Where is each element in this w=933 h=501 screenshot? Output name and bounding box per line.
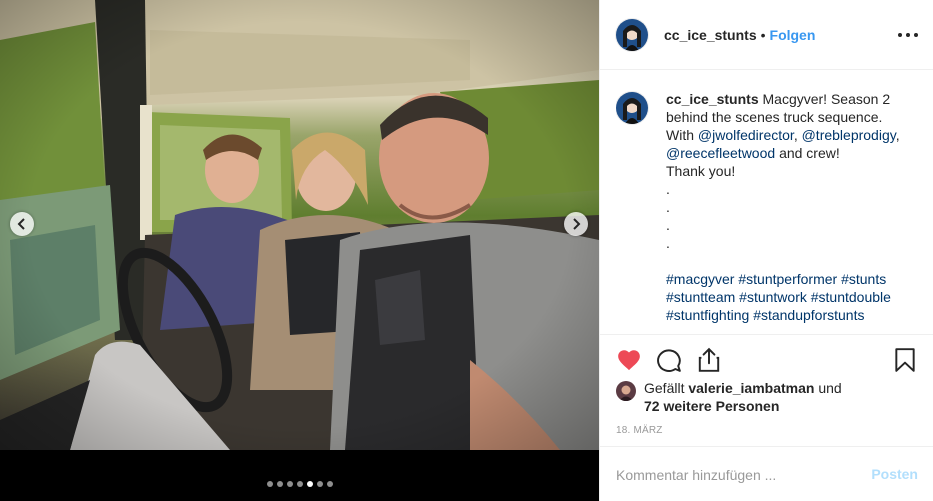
- carousel-dot: [326, 481, 333, 487]
- liker-username[interactable]: valerie_iambatman: [688, 380, 814, 396]
- like-button[interactable]: [616, 347, 642, 373]
- hashtag-link[interactable]: #stuntteam: [666, 289, 735, 305]
- post-side-panel: cc_ice_stunts • Folgen cc_ice_stunts Mac…: [599, 0, 933, 501]
- bookmark-icon: [895, 348, 915, 372]
- caption-line: and crew!: [779, 145, 840, 161]
- caption-line: .: [666, 199, 670, 215]
- hashtag-link[interactable]: #stuntwork: [739, 289, 807, 305]
- action-bar: [600, 334, 933, 372]
- liker-avatar-image: [616, 381, 636, 401]
- share-icon: [698, 347, 720, 372]
- comment-input[interactable]: [616, 465, 846, 485]
- avatar-image: [616, 18, 648, 51]
- post-caption: cc_ice_stunts Macgyver! Season 2 behind …: [616, 90, 921, 334]
- carousel-dot: [306, 481, 313, 487]
- header-username[interactable]: cc_ice_stunts: [664, 27, 757, 43]
- header-separator: •: [760, 26, 766, 43]
- caption-intro: Macgyver! Season 2: [762, 91, 891, 107]
- photo-illustration: [0, 0, 599, 450]
- post-header: cc_ice_stunts • Folgen: [600, 0, 933, 70]
- avatar-image: [616, 92, 648, 124]
- carousel-dot: [316, 481, 323, 487]
- more-options-button[interactable]: [898, 26, 918, 44]
- chevron-right-icon: [573, 218, 581, 230]
- caption-text: cc_ice_stunts Macgyver! Season 2 behind …: [666, 90, 921, 334]
- chevron-left-icon: [17, 218, 25, 230]
- carousel-dot: [266, 481, 273, 487]
- hashtag-link[interactable]: #standupforstunts: [753, 307, 864, 323]
- post-photo[interactable]: [0, 0, 599, 450]
- carousel-prev-button[interactable]: [10, 212, 34, 236]
- likes-and: und: [814, 380, 842, 396]
- likes-summary: Gefällt valerie_iambatman und 72 weitere…: [616, 379, 921, 415]
- caption-line: .: [666, 235, 670, 251]
- caption-line: .: [666, 181, 670, 197]
- comment-bubble-icon: [657, 349, 681, 372]
- caption-username[interactable]: cc_ice_stunts: [666, 91, 759, 107]
- post-media: [0, 0, 599, 501]
- more-dots-icon: [906, 33, 910, 37]
- hashtag-link[interactable]: #stuntdouble: [811, 289, 891, 305]
- carousel-dot: [296, 481, 303, 487]
- mention-link[interactable]: @trebleprodigy: [802, 127, 896, 143]
- mention-separator: ,: [895, 127, 900, 143]
- hashtag-link[interactable]: #macgyver: [666, 271, 734, 287]
- mention-link[interactable]: @reecefleetwood: [666, 145, 775, 161]
- avatar[interactable]: [616, 92, 648, 124]
- likes-others-link[interactable]: 72 weitere Personen: [644, 398, 779, 414]
- carousel-dots: [0, 481, 599, 487]
- post-date[interactable]: 18. MÄRZ: [616, 425, 663, 436]
- mention-separator: ,: [793, 127, 802, 143]
- post-comment-button[interactable]: Posten: [871, 466, 918, 482]
- caption-line: behind the scenes truck sequence.: [666, 109, 883, 125]
- more-dots-icon: [898, 33, 902, 37]
- comment-button[interactable]: [656, 347, 682, 373]
- carousel-next-button[interactable]: [564, 212, 588, 236]
- more-dots-icon: [914, 33, 918, 37]
- mention-link[interactable]: @jwolfedirector: [698, 127, 794, 143]
- hashtag-link[interactable]: #stunts: [841, 271, 886, 287]
- comment-form: Posten: [600, 446, 933, 501]
- hashtag-link[interactable]: #stuntperformer: [738, 271, 837, 287]
- media-bottom-bar: [0, 450, 599, 501]
- caption-line: .: [666, 217, 670, 233]
- likes-prefix: Gefällt: [644, 380, 689, 396]
- carousel-dot: [286, 481, 293, 487]
- caption-line: Thank you!: [666, 163, 736, 179]
- follow-button[interactable]: Folgen: [770, 27, 816, 43]
- share-button[interactable]: [696, 347, 722, 373]
- avatar[interactable]: [616, 18, 648, 51]
- caption-line: With: [666, 127, 698, 143]
- avatar[interactable]: [616, 381, 636, 401]
- hashtag-link[interactable]: #stuntfighting: [666, 307, 749, 323]
- heart-icon: [618, 350, 640, 371]
- save-button[interactable]: [892, 347, 918, 373]
- carousel-dot: [276, 481, 283, 487]
